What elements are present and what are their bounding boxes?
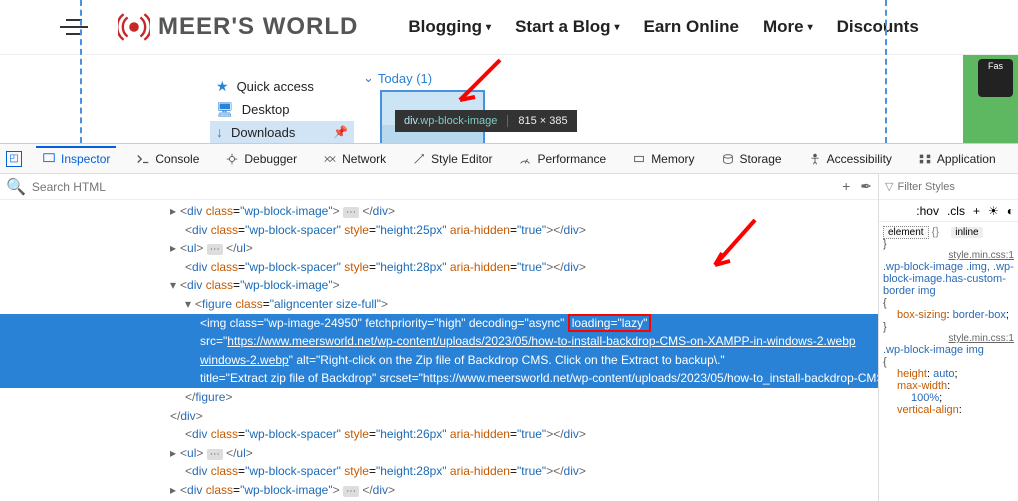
tab-console[interactable]: Console <box>130 146 205 172</box>
tab-style-editor[interactable]: Style Editor <box>406 146 498 172</box>
download-icon: ↓ <box>216 124 223 140</box>
desktop-item[interactable]: 🖥Desktop <box>210 98 354 121</box>
tab-network[interactable]: Network <box>317 146 392 172</box>
light-mode-icon[interactable]: ☀ <box>988 204 999 218</box>
nav-blogging[interactable]: Blogging▾ <box>408 17 491 37</box>
contrast-icon[interactable]: ◐ <box>1007 204 1014 218</box>
devtools-panel: ◰ Inspector Console Debugger Network Sty… <box>0 143 1018 501</box>
arrow-annotation-1 <box>445 55 505 115</box>
tab-inspector[interactable]: Inspector <box>36 146 116 172</box>
devtools-body: 🔍 + ✒ ▸<div class="wp-block-image"> ⋯ </… <box>0 174 1018 501</box>
html-search-bar: 🔍 + ✒ <box>0 174 878 200</box>
nav-earn-online[interactable]: Earn Online <box>644 17 739 37</box>
element-tooltip: div.wp-block-image 815 × 385 <box>395 110 577 132</box>
nav-discounts[interactable]: Discounts <box>837 17 919 37</box>
quick-access-item[interactable]: ★Quick access <box>210 75 354 98</box>
today-group[interactable]: ⌄Today (1) <box>363 70 432 86</box>
pin-icon: 📌 <box>333 125 348 139</box>
logo-icon <box>118 11 150 43</box>
nav-start-blog[interactable]: Start a Blog▾ <box>515 17 619 37</box>
fast-badge: Fas <box>978 59 1013 97</box>
highlighted-attribute: loading="lazy" <box>568 314 652 332</box>
search-icon: 🔍 <box>6 177 26 197</box>
hov-toggle[interactable]: :hov <box>916 204 939 218</box>
tab-debugger[interactable]: Debugger <box>219 146 303 172</box>
nav-more[interactable]: More▾ <box>763 17 813 37</box>
star-icon: ★ <box>216 78 229 95</box>
search-input[interactable] <box>32 180 836 194</box>
chevron-down-icon: ⌄ <box>363 70 374 86</box>
logo-text: MEER'S WORLD <box>158 13 358 41</box>
eyedropper-icon[interactable]: ✒ <box>860 178 872 195</box>
site-header: MEER'S WORLD Blogging▾ Start a Blog▾ Ear… <box>0 0 1018 55</box>
styles-pane: ▽ :hov .cls + ☀ ◐ element {} inline } st… <box>878 174 1018 501</box>
arrow-annotation-2 <box>700 215 760 275</box>
add-rule-icon[interactable]: + <box>973 204 980 218</box>
downloads-item[interactable]: ↓Downloads📌 <box>210 121 354 143</box>
tab-storage[interactable]: Storage <box>715 146 788 172</box>
tab-application[interactable]: Application <box>912 146 1002 172</box>
menu-toggle-icon[interactable] <box>60 13 88 41</box>
filter-styles-input[interactable] <box>897 181 987 193</box>
chevron-down-icon: ▾ <box>614 22 619 33</box>
monitor-icon: 🖥 <box>216 101 234 118</box>
devtools-tabs: ◰ Inspector Console Debugger Network Sty… <box>0 144 1018 174</box>
explorer-sidebar: ★Quick access 🖥Desktop ↓Downloads📌 <box>210 75 354 143</box>
add-icon[interactable]: + <box>842 178 850 195</box>
main-nav: Blogging▾ Start a Blog▾ Earn Online More… <box>408 17 918 37</box>
overlay-guide-right <box>885 0 887 143</box>
site-logo[interactable]: MEER'S WORLD <box>118 11 358 43</box>
cls-toggle[interactable]: .cls <box>947 204 965 218</box>
chevron-down-icon: ▾ <box>486 22 491 33</box>
styles-toolbar: :hov .cls + ☀ ◐ <box>879 200 1018 222</box>
element-picker-icon[interactable]: ◰ <box>6 151 22 167</box>
chevron-down-icon: ▾ <box>808 22 813 33</box>
selected-element[interactable]: <img class="wp-image-24950" fetchpriorit… <box>0 314 878 388</box>
filter-icon: ▽ <box>885 180 893 193</box>
tab-accessibility[interactable]: Accessibility <box>802 146 898 172</box>
overlay-guide-left <box>80 0 82 143</box>
tab-memory[interactable]: Memory <box>626 146 700 172</box>
tab-performance[interactable]: Performance <box>512 146 612 172</box>
filter-styles-bar: ▽ <box>879 174 1018 200</box>
styles-rules[interactable]: element {} inline } style.min.css:1 .wp-… <box>879 222 1018 501</box>
